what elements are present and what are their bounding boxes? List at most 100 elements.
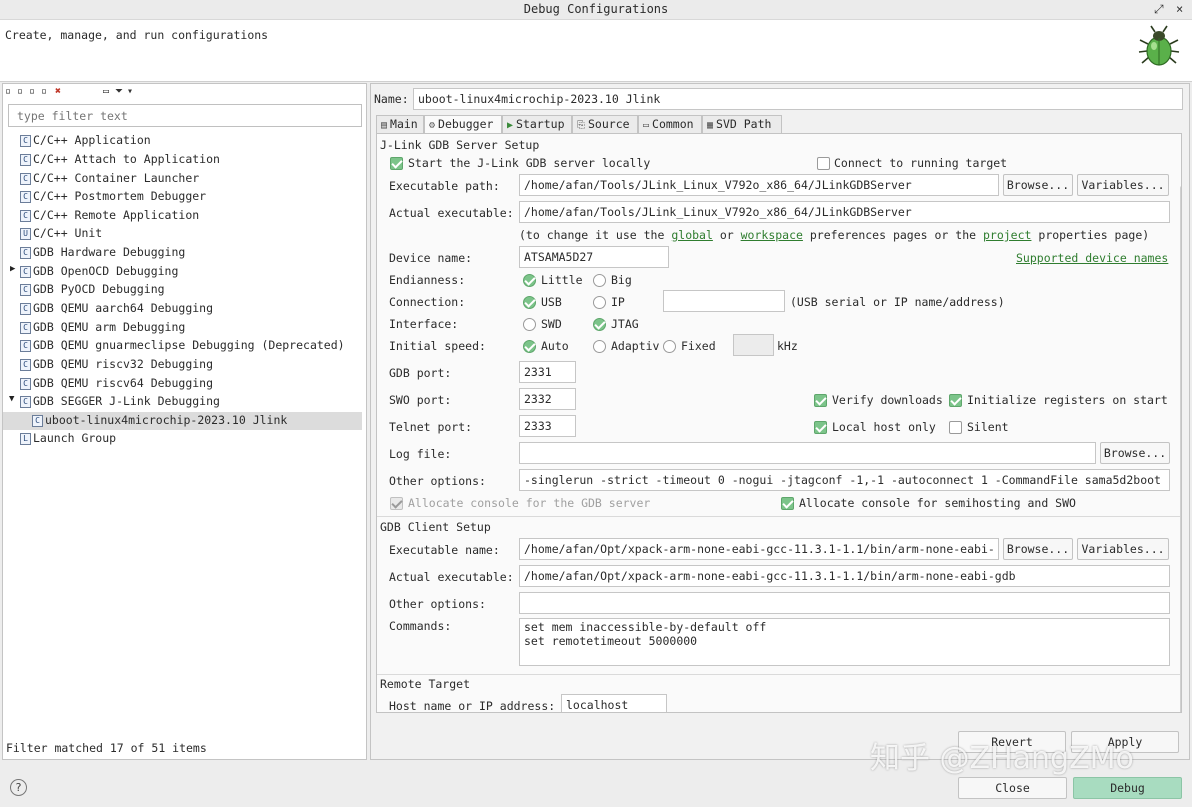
project-link[interactable]: project xyxy=(983,228,1031,242)
log-file-input[interactable] xyxy=(519,442,1096,464)
client-browse-button[interactable]: Browse... xyxy=(1003,538,1073,560)
window-titlebar: Debug Configurations ⤢ × xyxy=(0,0,1192,20)
usb-radio[interactable] xyxy=(523,296,536,309)
name-label: Name: xyxy=(374,92,409,106)
tree-item[interactable]: U C/C++ Unit xyxy=(3,225,362,243)
help-icon[interactable]: ? xyxy=(10,779,27,796)
tab-main[interactable]: ▤ Main xyxy=(376,115,424,133)
silent-checkbox[interactable] xyxy=(949,421,962,434)
gdb-port-input[interactable]: 2331 xyxy=(519,361,576,383)
jtag-radio[interactable] xyxy=(593,318,606,331)
expand-arrow-icon[interactable]: ▶ xyxy=(10,264,15,274)
header-message: Create, manage, and run configurations xyxy=(5,28,269,42)
tree-item[interactable]: ▶ C GDB OpenOCD Debugging xyxy=(3,263,362,281)
duplicate-icon[interactable]: ▫ xyxy=(41,86,47,97)
big-radio[interactable] xyxy=(593,274,606,287)
vertical-scrollbar[interactable] xyxy=(1180,186,1181,712)
close-button[interactable]: Close xyxy=(958,777,1067,799)
gear-icon: ⚙ xyxy=(429,120,436,131)
collapse-arrow-icon[interactable]: ▼ xyxy=(9,394,14,404)
connect-running-label: Connect to running target xyxy=(834,156,1008,170)
tree-item[interactable]: C GDB QEMU riscv32 Debugging xyxy=(3,356,362,374)
exec-path-input[interactable]: /home/afan/Tools/JLink_Linux_V792o_x86_6… xyxy=(519,174,999,196)
fixed-speed-radio[interactable] xyxy=(663,340,676,353)
global-link[interactable]: global xyxy=(671,228,713,242)
connect-running-checkbox[interactable] xyxy=(817,157,830,170)
filter-icon[interactable]: ⏷ xyxy=(115,86,123,97)
close-icon[interactable]: × xyxy=(1176,2,1183,16)
tab-common[interactable]: ▭ Common xyxy=(638,115,702,133)
auto-speed-radio[interactable] xyxy=(523,340,536,353)
svd-icon: ▦ xyxy=(707,120,714,131)
expand-icon[interactable]: ⤢ xyxy=(1154,2,1164,17)
new-config-icon[interactable]: ▫ xyxy=(5,86,11,97)
server-other-options-label: Other options: xyxy=(389,474,486,488)
watermark: 知乎 @ZHangZMo xyxy=(870,741,1134,776)
workspace-link[interactable]: workspace xyxy=(741,228,803,242)
supported-devices-link[interactable]: Supported device names xyxy=(1016,251,1168,265)
init-registers-checkbox[interactable] xyxy=(949,394,962,407)
commands-textarea[interactable]: set mem inaccessible-by-default off set … xyxy=(519,618,1170,666)
tree-item[interactable]: C GDB QEMU gnuarmeclipse Debugging (Depr… xyxy=(3,337,362,355)
host-input[interactable]: localhost xyxy=(561,694,667,712)
tab-svd-path[interactable]: ▦ SVD Path xyxy=(702,115,782,133)
browse-button[interactable]: Browse... xyxy=(1003,174,1073,196)
connection-address-input[interactable] xyxy=(663,290,785,312)
tab-startup[interactable]: ▶ Startup xyxy=(502,115,572,133)
debug-button[interactable]: Debug xyxy=(1073,777,1182,799)
ip-label: IP xyxy=(611,295,625,309)
tree-item-selected[interactable]: C uboot-linux4microchip-2023.10 Jlink xyxy=(3,412,362,430)
export-icon[interactable]: ▫ xyxy=(29,86,35,97)
telnet-port-label: Telnet port: xyxy=(389,420,473,434)
collapse-all-icon[interactable]: ▭ xyxy=(103,86,109,97)
swo-port-input[interactable]: 2332 xyxy=(519,388,576,410)
tree-item-label: C/C++ Container Launcher xyxy=(33,171,200,185)
tree-item[interactable]: C GDB PyOCD Debugging xyxy=(3,281,362,299)
delete-icon[interactable]: ✖ xyxy=(55,86,61,97)
client-other-options-input[interactable] xyxy=(519,592,1170,614)
allocate-semihosting-checkbox[interactable] xyxy=(781,497,794,510)
variables-button[interactable]: Variables... xyxy=(1077,174,1169,196)
adaptive-speed-radio[interactable] xyxy=(593,340,606,353)
tree-item[interactable]: C C/C++ Attach to Application xyxy=(3,151,362,169)
tab-source[interactable]: ⎘ Source xyxy=(572,115,638,133)
remote-separator xyxy=(377,674,1180,675)
start-server-checkbox[interactable] xyxy=(390,157,403,170)
tree-item[interactable]: C GDB QEMU arm Debugging xyxy=(3,319,362,337)
tree-item[interactable]: C C/C++ Postmortem Debugger xyxy=(3,188,362,206)
config-editor-panel: Name: uboot-linux4microchip-2023.10 Jlin… xyxy=(370,83,1190,760)
local-host-only-checkbox[interactable] xyxy=(814,421,827,434)
little-radio[interactable] xyxy=(523,274,536,287)
tree-item[interactable]: C C/C++ Container Launcher xyxy=(3,170,362,188)
tree-item[interactable]: C C/C++ Application xyxy=(3,132,362,150)
tree-item[interactable]: C C/C++ Remote Application xyxy=(3,207,362,225)
tree-item[interactable]: ▼ C GDB SEGGER J-Link Debugging xyxy=(3,393,362,411)
log-browse-button[interactable]: Browse... xyxy=(1100,442,1170,464)
ip-radio[interactable] xyxy=(593,296,606,309)
speed-khz-input[interactable] xyxy=(733,334,774,356)
allocate-server-console-checkbox[interactable] xyxy=(390,497,403,510)
tree-item[interactable]: C GDB QEMU aarch64 Debugging xyxy=(3,300,362,318)
tree-item[interactable]: L Launch Group xyxy=(3,430,362,448)
client-exec-name-input[interactable]: /home/afan/Opt/xpack-arm-none-eabi-gcc-1… xyxy=(519,538,999,560)
allocate-server-console-label: Allocate console for the GDB server xyxy=(408,496,651,510)
verify-downloads-checkbox[interactable] xyxy=(814,394,827,407)
device-name-input[interactable]: ATSAMA5D27 xyxy=(519,246,669,268)
swd-radio[interactable] xyxy=(523,318,536,331)
c-config-icon: C xyxy=(20,247,31,259)
command-line: set remotetimeout 5000000 xyxy=(524,634,698,648)
host-label: Host name or IP address: xyxy=(389,699,556,713)
filter-input[interactable] xyxy=(8,104,362,127)
c-config-icon: C xyxy=(20,266,31,278)
gdb-port-label: GDB port: xyxy=(389,366,452,380)
config-name-input[interactable]: uboot-linux4microchip-2023.10 Jlink xyxy=(413,88,1183,110)
client-variables-button[interactable]: Variables... xyxy=(1077,538,1169,560)
tree-item[interactable]: C GDB Hardware Debugging xyxy=(3,244,362,262)
telnet-port-input[interactable]: 2333 xyxy=(519,415,576,437)
server-other-options-input[interactable]: -singlerun -strict -timeout 0 -nogui -jt… xyxy=(519,469,1170,491)
chevron-down-icon[interactable]: ▾ xyxy=(127,86,133,97)
new-prototype-icon[interactable]: ▫ xyxy=(17,86,23,97)
tree-item[interactable]: C GDB QEMU riscv64 Debugging xyxy=(3,375,362,393)
tab-debugger[interactable]: ⚙ Debugger xyxy=(424,115,502,134)
unit-test-icon: U xyxy=(20,228,31,240)
